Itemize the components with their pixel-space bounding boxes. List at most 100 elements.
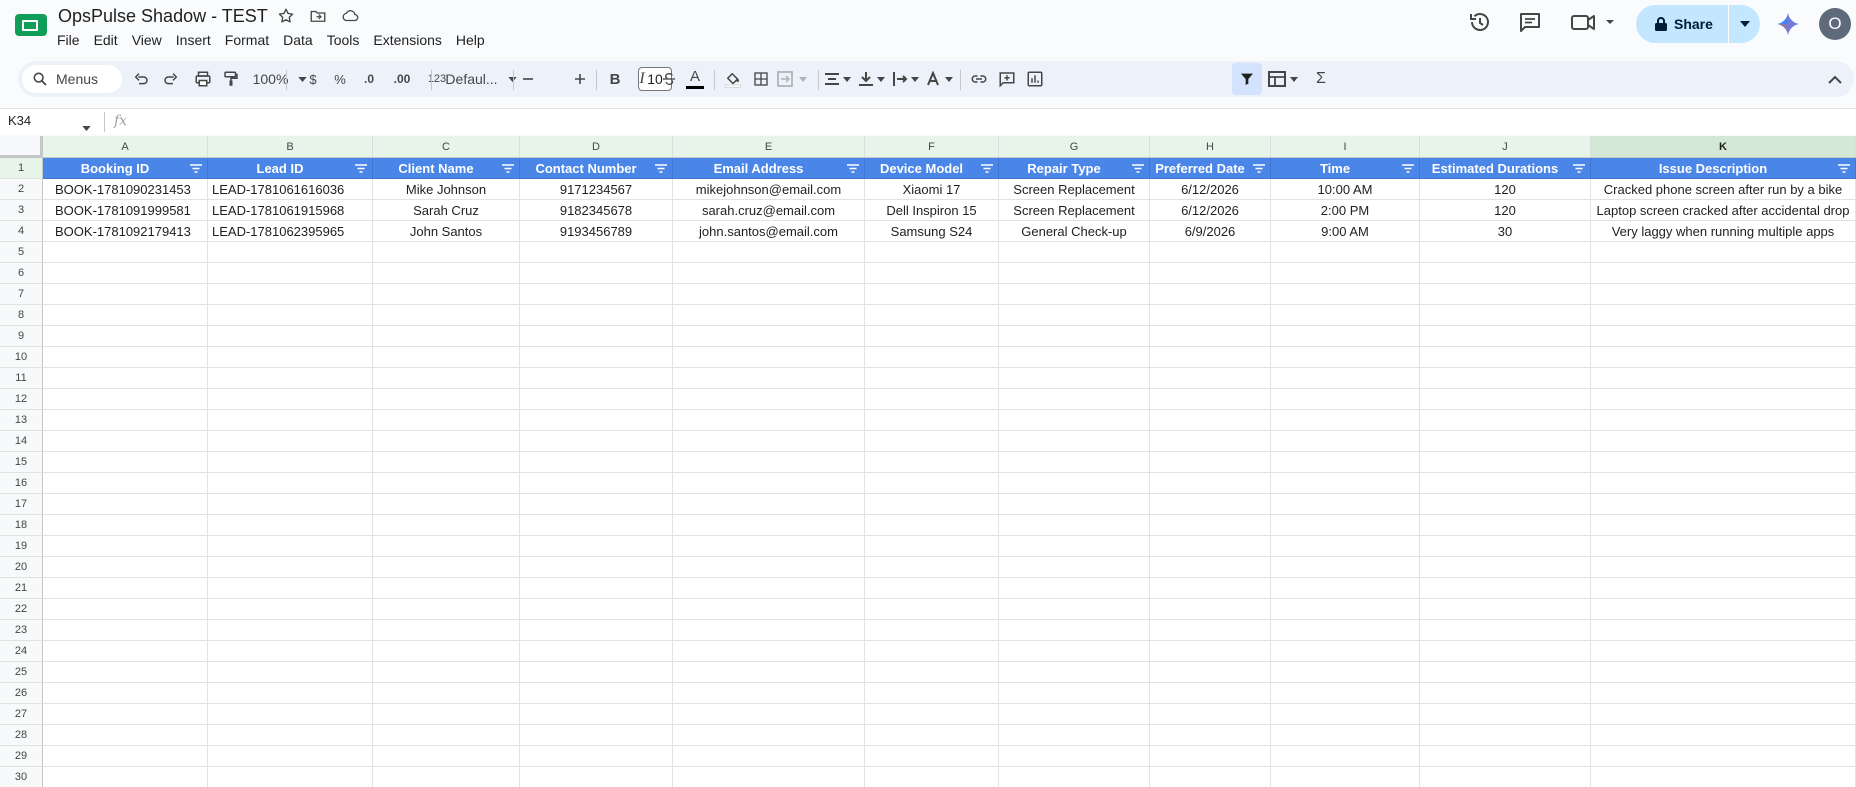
row-header-1[interactable]: 1 xyxy=(0,158,43,179)
table-cell[interactable] xyxy=(520,599,673,620)
column-header-c[interactable]: C xyxy=(373,136,520,158)
table-cell[interactable] xyxy=(1150,452,1271,473)
table-cell[interactable] xyxy=(1271,767,1420,787)
table-cell[interactable]: 6/12/2026 xyxy=(1150,179,1271,200)
table-cell[interactable] xyxy=(1271,725,1420,746)
table-cell[interactable] xyxy=(999,599,1150,620)
table-cell[interactable] xyxy=(999,305,1150,326)
table-cell[interactable]: LEAD-1781061616036 xyxy=(208,179,373,200)
table-cell[interactable] xyxy=(865,431,999,452)
table-cell[interactable] xyxy=(1271,578,1420,599)
table-cell[interactable] xyxy=(673,662,865,683)
select-all-corner[interactable] xyxy=(0,136,43,158)
table-cell[interactable] xyxy=(1271,536,1420,557)
column-header-g[interactable]: G xyxy=(999,136,1150,158)
column-filter-icon[interactable] xyxy=(653,161,669,175)
table-cell[interactable] xyxy=(673,725,865,746)
table-cell[interactable] xyxy=(43,431,208,452)
row-header-7[interactable]: 7 xyxy=(0,284,43,305)
menu-data[interactable]: Data xyxy=(276,30,320,50)
column-header-k[interactable]: K xyxy=(1591,136,1856,158)
table-cell[interactable] xyxy=(1150,284,1271,305)
table-cell[interactable] xyxy=(865,305,999,326)
table-cell[interactable] xyxy=(673,767,865,787)
table-cell[interactable] xyxy=(520,704,673,725)
table-cell[interactable] xyxy=(1420,347,1591,368)
menu-insert[interactable]: Insert xyxy=(169,30,218,50)
table-cell[interactable] xyxy=(1150,347,1271,368)
sheets-logo-icon[interactable] xyxy=(14,12,48,38)
meet-video-icon[interactable] xyxy=(1570,10,1618,34)
menu-format[interactable]: Format xyxy=(218,30,276,50)
row-header-16[interactable]: 16 xyxy=(0,473,43,494)
table-cell[interactable] xyxy=(1420,410,1591,431)
text-rotation-icon[interactable] xyxy=(924,61,956,97)
table-cell[interactable] xyxy=(1591,242,1856,263)
table-cell[interactable] xyxy=(208,431,373,452)
table-cell[interactable] xyxy=(1420,515,1591,536)
table-cell[interactable]: 9171234567 xyxy=(520,179,673,200)
table-cell[interactable] xyxy=(373,452,520,473)
table-cell[interactable] xyxy=(673,599,865,620)
menu-help[interactable]: Help xyxy=(449,30,492,50)
table-cell[interactable] xyxy=(673,578,865,599)
table-cell[interactable] xyxy=(1591,725,1856,746)
table-cell[interactable] xyxy=(208,578,373,599)
column-filter-icon[interactable] xyxy=(1836,161,1852,175)
menus-search-button[interactable]: Menus xyxy=(22,65,122,93)
table-cell[interactable] xyxy=(1420,242,1591,263)
table-cell[interactable] xyxy=(1150,389,1271,410)
column-header-d[interactable]: D xyxy=(520,136,673,158)
table-cell[interactable] xyxy=(1591,410,1856,431)
table-cell[interactable] xyxy=(520,620,673,641)
table-cell[interactable] xyxy=(1591,599,1856,620)
column-filter-icon[interactable] xyxy=(979,161,995,175)
table-cell[interactable] xyxy=(1150,704,1271,725)
row-header-2[interactable]: 2 xyxy=(0,179,43,200)
zoom-select[interactable]: 100% xyxy=(252,61,308,97)
table-cell[interactable]: John Santos xyxy=(373,221,520,242)
gemini-icon[interactable] xyxy=(1776,12,1800,36)
share-main-button[interactable]: Share xyxy=(1636,5,1728,43)
table-cell[interactable] xyxy=(673,389,865,410)
table-cell[interactable] xyxy=(1150,473,1271,494)
table-cell[interactable] xyxy=(999,389,1150,410)
table-cell[interactable] xyxy=(208,599,373,620)
table-cell[interactable] xyxy=(520,473,673,494)
table-cell[interactable] xyxy=(208,305,373,326)
table-cell[interactable] xyxy=(208,662,373,683)
table-cell[interactable]: 30 xyxy=(1420,221,1591,242)
table-cell[interactable] xyxy=(999,662,1150,683)
column-filter-icon[interactable] xyxy=(1571,161,1587,175)
table-cell[interactable]: Screen Replacement xyxy=(999,200,1150,221)
document-title[interactable]: OpsPulse Shadow - TEST xyxy=(58,6,268,27)
share-dropdown-icon[interactable] xyxy=(1729,5,1760,43)
table-cell[interactable] xyxy=(999,725,1150,746)
table-cell[interactable] xyxy=(1271,263,1420,284)
column-header-j[interactable]: J xyxy=(1420,136,1591,158)
table-cell[interactable] xyxy=(373,620,520,641)
table-cell[interactable] xyxy=(208,242,373,263)
table-cell[interactable] xyxy=(1150,368,1271,389)
table-cell[interactable] xyxy=(43,704,208,725)
table-cell[interactable] xyxy=(1591,305,1856,326)
header-cell[interactable]: Lead ID xyxy=(208,158,373,179)
table-cell[interactable] xyxy=(1591,389,1856,410)
table-cell[interactable] xyxy=(1420,725,1591,746)
table-cell[interactable] xyxy=(43,452,208,473)
table-cell[interactable] xyxy=(1271,620,1420,641)
table-cell[interactable] xyxy=(43,242,208,263)
row-header-12[interactable]: 12 xyxy=(0,389,43,410)
font-select[interactable]: Defaul... xyxy=(438,61,524,97)
table-cell[interactable] xyxy=(1591,368,1856,389)
table-cell[interactable] xyxy=(865,515,999,536)
bold-button[interactable]: B xyxy=(603,61,627,97)
menu-tools[interactable]: Tools xyxy=(320,30,367,50)
table-cell[interactable] xyxy=(1150,494,1271,515)
table-cell[interactable] xyxy=(373,410,520,431)
table-cell[interactable] xyxy=(1271,242,1420,263)
table-cell[interactable]: Laptop screen cracked after accidental d… xyxy=(1591,200,1856,221)
strikethrough-icon[interactable] xyxy=(656,61,682,97)
table-cell[interactable] xyxy=(1591,326,1856,347)
table-cell[interactable] xyxy=(673,242,865,263)
